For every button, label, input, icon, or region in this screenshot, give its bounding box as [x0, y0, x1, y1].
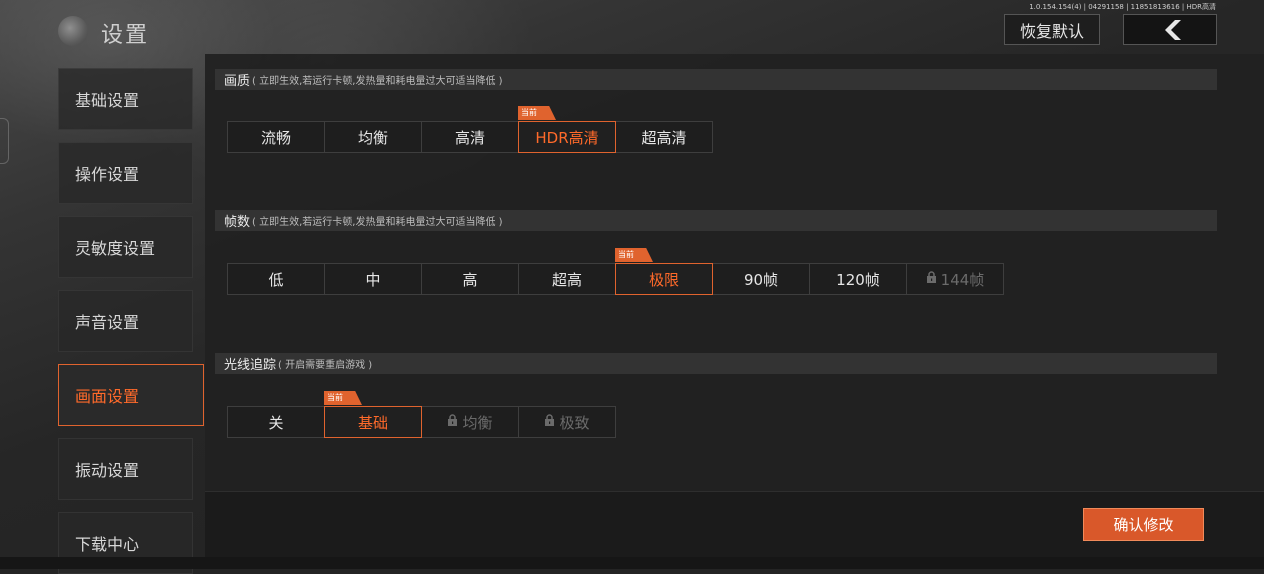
option-button[interactable]: 流畅: [227, 121, 325, 153]
current-tag: 当前: [518, 106, 556, 120]
option-label: 90帧: [743, 270, 779, 289]
option-label: 均衡: [357, 128, 388, 147]
option-button[interactable]: HDR高清 当前: [518, 106, 616, 153]
section-note: ( 立即生效,若运行卡顿,发热量和耗电量过大可适当降低 ): [252, 217, 503, 228]
option-label: 极限: [648, 270, 679, 289]
side-pull-tab[interactable]: [0, 118, 9, 164]
bottom-strip: [0, 557, 1264, 569]
option-row: 关 基础 当前 均衡 极致: [227, 391, 616, 438]
option-button: 144帧: [906, 263, 1004, 295]
option-button[interactable]: 高清: [421, 121, 519, 153]
page-title: 设置: [101, 23, 150, 48]
section-header: 画质( 立即生效,若运行卡顿,发热量和耗电量过大可适当降低 ): [215, 69, 1217, 90]
lock-icon: [447, 413, 458, 431]
sidebar-item[interactable]: 声音设置: [58, 290, 193, 352]
option-label: 中: [365, 270, 381, 289]
current-tag: 当前: [615, 248, 653, 262]
option-button: 均衡: [421, 406, 519, 438]
option-label: 关: [268, 413, 284, 432]
option-button[interactable]: 关: [227, 406, 325, 438]
option-button[interactable]: 高: [421, 263, 519, 295]
sidebar-item[interactable]: 灵敏度设置: [58, 216, 193, 278]
option-button[interactable]: 均衡: [324, 121, 422, 153]
option-row: 流畅 均衡 高清 HDR高清 当前 超高清: [227, 106, 713, 153]
globe-logo-icon: [58, 16, 88, 46]
option-button[interactable]: 极限 当前: [615, 248, 713, 295]
option-label: 120帧: [836, 270, 880, 289]
section-note: ( 立即生效,若运行卡顿,发热量和耗电量过大可适当降低 ): [252, 76, 503, 87]
sidebar-item[interactable]: 操作设置: [58, 142, 193, 204]
option-label: 高: [462, 270, 478, 289]
section-note: ( 开启需要重启游戏 ): [278, 360, 373, 371]
lock-icon: [926, 270, 937, 288]
option-button[interactable]: 超高: [518, 263, 616, 295]
option-label: 高清: [454, 128, 485, 147]
option-button[interactable]: 基础 当前: [324, 391, 422, 438]
option-label: 超高: [551, 270, 582, 289]
option-label: 低: [268, 270, 284, 289]
section-header: 光线追踪( 开启需要重启游戏 ): [215, 353, 1217, 374]
option-label: 流畅: [260, 128, 291, 147]
section-title: 光线追踪: [224, 358, 277, 373]
version-info: 1.0.154.154(4) | 04291158 | 11851813616 …: [1029, 3, 1216, 11]
option-label: HDR高清: [535, 128, 599, 147]
chevron-left-icon: [1165, 19, 1181, 40]
confirm-button[interactable]: 确认修改: [1083, 508, 1204, 541]
sidebar-item[interactable]: 基础设置: [58, 68, 193, 130]
section-header: 帧数( 立即生效,若运行卡顿,发热量和耗电量过大可适当降低 ): [215, 210, 1217, 231]
option-label: 超高清: [641, 128, 687, 147]
option-button[interactable]: 120帧: [809, 263, 907, 295]
option-button[interactable]: 90帧: [712, 263, 810, 295]
sidebar-item[interactable]: 画面设置: [58, 364, 204, 426]
current-tag: 当前: [324, 391, 362, 405]
section-title: 帧数: [224, 215, 251, 230]
option-label: 基础: [357, 413, 388, 432]
top-bar: 1.0.154.154(4) | 04291158 | 11851813616 …: [0, 0, 1264, 54]
back-button[interactable]: [1123, 14, 1217, 45]
option-label: 144帧: [940, 270, 985, 289]
option-button[interactable]: 超高清: [615, 121, 713, 153]
lock-icon: [544, 413, 555, 431]
option-label: 均衡: [462, 413, 493, 432]
option-label: 极致: [559, 413, 590, 432]
option-button: 极致: [518, 406, 616, 438]
section-title: 画质: [224, 74, 251, 89]
option-button[interactable]: 低: [227, 263, 325, 295]
option-button[interactable]: 中: [324, 263, 422, 295]
settings-panel: 画质( 立即生效,若运行卡顿,发热量和耗电量过大可适当降低 ) 流畅 均衡 高清 HDR…: [205, 54, 1264, 491]
option-row: 低 中 高 超高 极限 当前 90帧 120帧 144帧: [227, 248, 1004, 295]
reset-default-button[interactable]: 恢复默认: [1004, 14, 1100, 45]
sidebar-item[interactable]: 振动设置: [58, 438, 193, 500]
